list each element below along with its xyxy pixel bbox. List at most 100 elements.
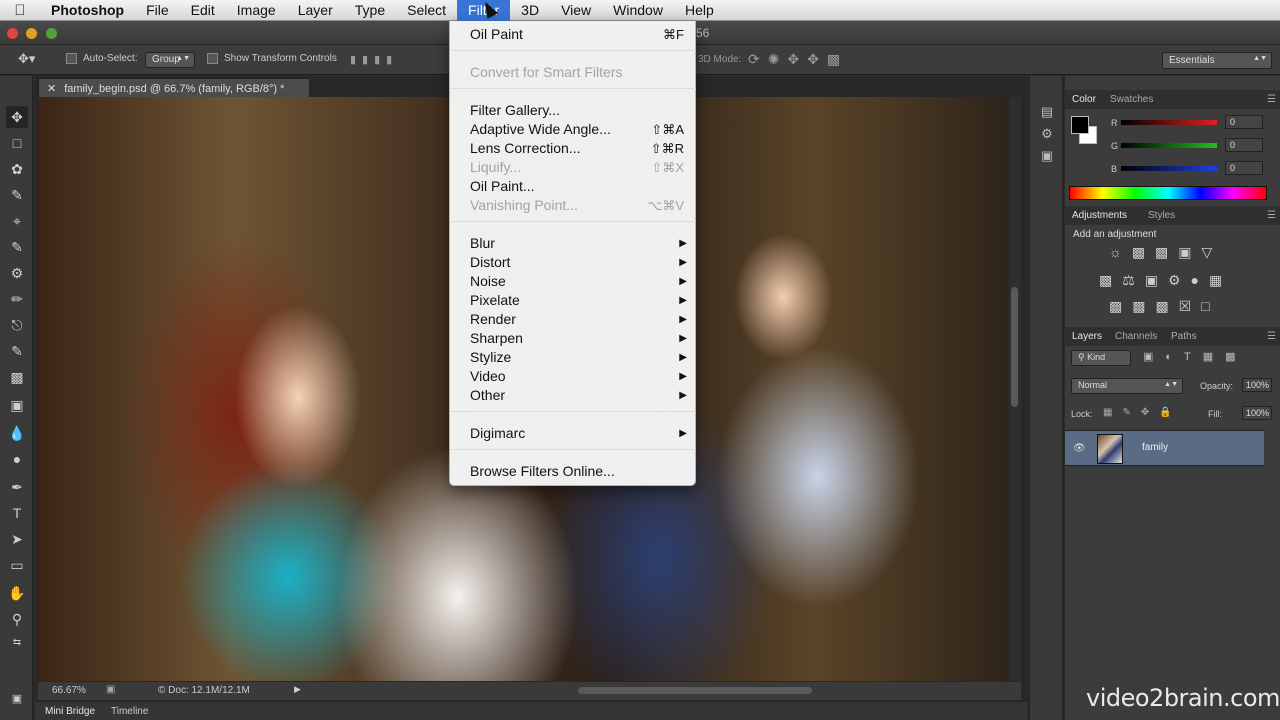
- opacity-field[interactable]: 100%: [1242, 378, 1272, 392]
- eyedropper-tool-icon[interactable]: ✎: [6, 236, 28, 258]
- move-tool-preset-icon[interactable]: ✥▾: [18, 51, 35, 67]
- healing-brush-tool-icon[interactable]: ⚙: [6, 262, 28, 284]
- app-menu[interactable]: Photoshop: [40, 2, 135, 18]
- filter-menu-item-digimarc[interactable]: Digimarc ▶: [450, 424, 697, 443]
- swap-colors-icon[interactable]: ⇆: [6, 632, 28, 654]
- panel-menu-icon[interactable]: ☰: [1267, 210, 1276, 221]
- filter-menu-item-distort[interactable]: Distort ▶: [450, 253, 697, 272]
- close-document-icon[interactable]: ✕: [47, 83, 56, 95]
- color-spectrum-bar[interactable]: [1069, 186, 1267, 200]
- marquee-tool-icon[interactable]: □: [6, 132, 28, 154]
- history-panel-icon[interactable]: ▤: [1038, 104, 1056, 122]
- quick-mask-icon[interactable]: ▣: [6, 688, 28, 710]
- type-tool-icon[interactable]: T: [6, 502, 28, 524]
- filter-menu-item-adaptive-wide-angle[interactable]: Adaptive Wide Angle... ⇧⌘A: [450, 120, 697, 139]
- menu-layer[interactable]: Layer: [287, 0, 344, 21]
- filter-menu-item-blur[interactable]: Blur ▶: [450, 234, 697, 253]
- move-tool-icon[interactable]: ✥: [6, 106, 28, 128]
- status-info-icon[interactable]: ▣: [106, 684, 115, 695]
- layer-name[interactable]: family: [1142, 442, 1168, 453]
- fg-color-swatch[interactable]: [1071, 116, 1089, 134]
- tab-adjustments[interactable]: Adjustments: [1072, 210, 1127, 221]
- 3d-tool-icons[interactable]: ⟳✺✥✥▩: [748, 51, 848, 68]
- vertical-scrollbar[interactable]: [1009, 97, 1021, 681]
- filter-menu-item-other[interactable]: Other ▶: [450, 386, 697, 405]
- path-selection-tool-icon[interactable]: ➤: [6, 528, 28, 550]
- document-tab[interactable]: ✕ family_begin.psd @ 66.7% (family, RGB/8…: [38, 78, 310, 97]
- lasso-tool-icon[interactable]: ✿: [6, 158, 28, 180]
- channel-b-value[interactable]: 0: [1225, 161, 1263, 175]
- info-panel-icon[interactable]: ▣: [1038, 148, 1056, 166]
- minimize-window-button[interactable]: [26, 28, 37, 39]
- fill-field[interactable]: 100%: [1242, 406, 1272, 420]
- tab-mini-bridge[interactable]: Mini Bridge: [45, 706, 95, 717]
- dodge-tool-icon[interactable]: ●: [6, 448, 28, 470]
- lock-icons[interactable]: ▦✎✥🔒: [1103, 407, 1182, 418]
- horizontal-scroll-thumb[interactable]: [578, 687, 812, 694]
- tab-channels[interactable]: Channels: [1115, 331, 1157, 342]
- auto-select-dropdown[interactable]: Group ▲▼: [145, 52, 195, 68]
- adjustment-icons-row-3[interactable]: ▩▩▩☒□: [1109, 298, 1220, 315]
- clone-stamp-tool-icon[interactable]: ⎋: [6, 314, 28, 336]
- menu-edit[interactable]: Edit: [180, 0, 226, 21]
- adjustment-icons-row-1[interactable]: ☼▩▩▣▽: [1109, 244, 1222, 261]
- filter-menu-item-sharpen[interactable]: Sharpen ▶: [450, 329, 697, 348]
- pen-tool-icon[interactable]: ✒: [6, 476, 28, 498]
- layer-filter-kind-dropdown[interactable]: ⚲ Kind: [1071, 350, 1131, 366]
- menu-help[interactable]: Help: [674, 0, 725, 21]
- quick-select-tool-icon[interactable]: ✎: [6, 184, 28, 206]
- tab-swatches[interactable]: Swatches: [1110, 94, 1153, 105]
- filter-menu-item-pixelate[interactable]: Pixelate ▶: [450, 291, 697, 310]
- menu-window[interactable]: Window: [602, 0, 674, 21]
- filter-menu-item-lens-correction[interactable]: Lens Correction... ⇧⌘R: [450, 139, 697, 158]
- align-buttons[interactable]: ▮▮▮▮: [350, 53, 398, 66]
- tab-timeline[interactable]: Timeline: [111, 706, 148, 717]
- brush-tool-icon[interactable]: ✏: [6, 288, 28, 310]
- channel-r-value[interactable]: 0: [1225, 115, 1263, 129]
- zoom-level[interactable]: 66.67%: [52, 685, 86, 696]
- menu-file[interactable]: File: [135, 0, 180, 21]
- tab-layers[interactable]: Layers: [1072, 331, 1102, 342]
- apple-icon[interactable]: : [0, 2, 40, 19]
- filter-menu-item-noise[interactable]: Noise ▶: [450, 272, 697, 291]
- layer-filter-icons[interactable]: ▣◐T▦▩: [1143, 350, 1248, 363]
- tab-color[interactable]: Color: [1072, 94, 1096, 105]
- panel-menu-icon[interactable]: ☰: [1267, 94, 1276, 105]
- properties-panel-icon[interactable]: ⚙: [1038, 126, 1056, 144]
- menu-3d[interactable]: 3D: [510, 0, 550, 21]
- channel-r-slider[interactable]: [1121, 120, 1217, 125]
- crop-tool-icon[interactable]: ⌖: [6, 210, 28, 232]
- workspace-switcher[interactable]: Essentials ▲▼: [1162, 52, 1272, 69]
- layer-row[interactable]: 👁 family: [1065, 430, 1264, 466]
- channel-g-value[interactable]: 0: [1225, 138, 1263, 152]
- tab-paths[interactable]: Paths: [1171, 331, 1197, 342]
- filter-menu-item-oil-paint[interactable]: Oil Paint ⌘F: [450, 25, 697, 44]
- filter-menu-item-render[interactable]: Render ▶: [450, 310, 697, 329]
- zoom-window-button[interactable]: [46, 28, 57, 39]
- channel-g-slider[interactable]: [1121, 143, 1217, 148]
- close-window-button[interactable]: [7, 28, 18, 39]
- status-menu-arrow-icon[interactable]: ▶: [294, 684, 301, 695]
- zoom-tool-icon[interactable]: ⚲: [6, 608, 28, 630]
- filter-menu-item-video[interactable]: Video ▶: [450, 367, 697, 386]
- panel-menu-icon[interactable]: ☰: [1267, 331, 1276, 342]
- history-brush-tool-icon[interactable]: ✎: [6, 340, 28, 362]
- visibility-eye-icon[interactable]: 👁: [1073, 443, 1086, 454]
- filter-menu-item-oil-paint[interactable]: Oil Paint...: [450, 177, 697, 196]
- menu-view[interactable]: View: [550, 0, 602, 21]
- blend-mode-dropdown[interactable]: Normal ▲▼: [1071, 378, 1183, 394]
- filter-menu-item-filter-gallery[interactable]: Filter Gallery...: [450, 101, 697, 120]
- menu-type[interactable]: Type: [344, 0, 396, 21]
- hand-tool-icon[interactable]: ✋: [6, 582, 28, 604]
- blur-tool-icon[interactable]: 💧: [6, 422, 28, 444]
- adjustment-icons-row-2[interactable]: ▩⚖▣⚙●▦: [1099, 272, 1232, 289]
- filter-menu-item-stylize[interactable]: Stylize ▶: [450, 348, 697, 367]
- eraser-tool-icon[interactable]: ▩: [6, 366, 28, 388]
- menu-select[interactable]: Select: [396, 0, 457, 21]
- rectangle-tool-icon[interactable]: ▭: [6, 554, 28, 576]
- filter-menu-item-browse-filters-online[interactable]: Browse Filters Online...: [450, 462, 697, 481]
- gradient-tool-icon[interactable]: ▣: [6, 394, 28, 416]
- tab-styles[interactable]: Styles: [1148, 210, 1175, 221]
- vertical-scroll-thumb[interactable]: [1011, 287, 1018, 407]
- show-transform-checkbox[interactable]: Show Transform Controls: [207, 53, 337, 64]
